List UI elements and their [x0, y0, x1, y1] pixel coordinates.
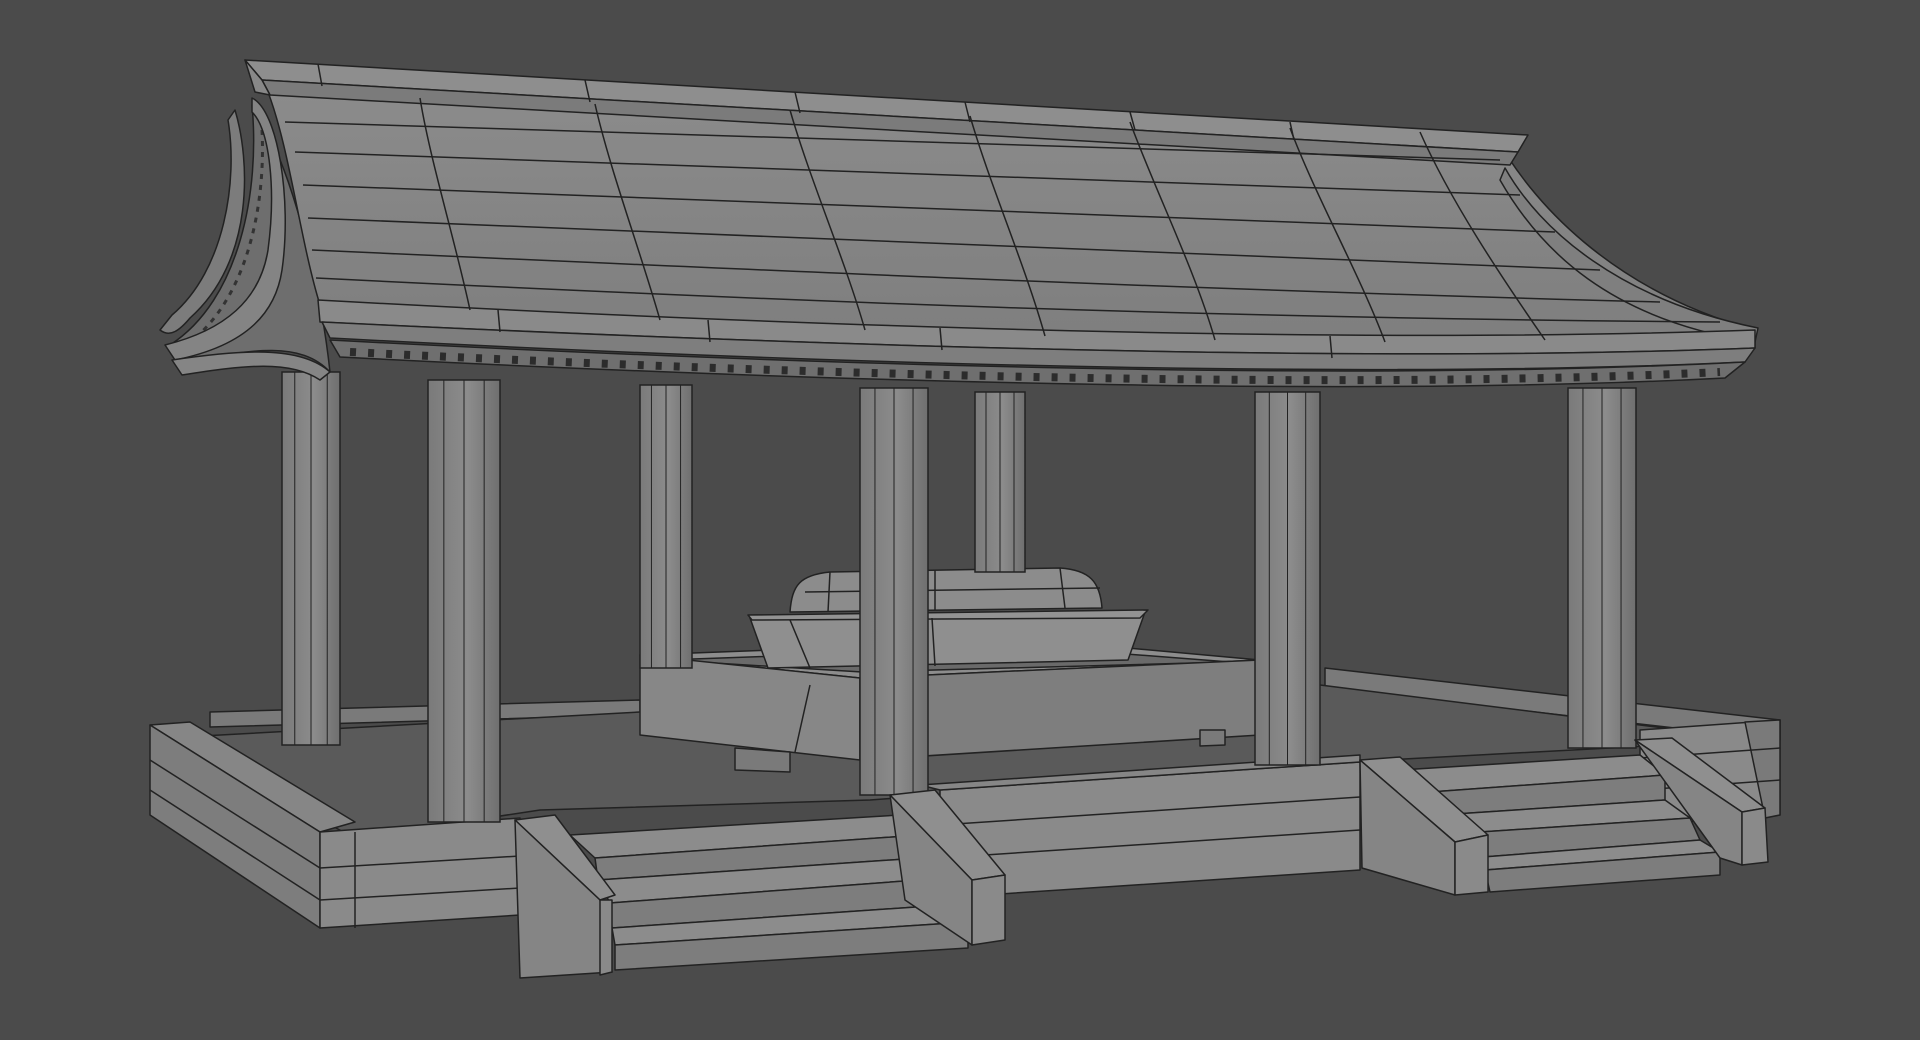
stair-left-cheek-face [599, 899, 613, 976]
stair-right-right-cheek-face [1741, 807, 1769, 866]
stair-right-left-cheek-face [1454, 834, 1489, 896]
pavilion-model [0, 0, 1920, 1040]
stair-left-right-cheek-face [971, 874, 1006, 946]
3d-viewport[interactable] [0, 0, 1920, 1040]
basin-foot [734, 747, 791, 773]
basin-foot [1199, 729, 1226, 747]
platform-left-front [319, 817, 521, 929]
